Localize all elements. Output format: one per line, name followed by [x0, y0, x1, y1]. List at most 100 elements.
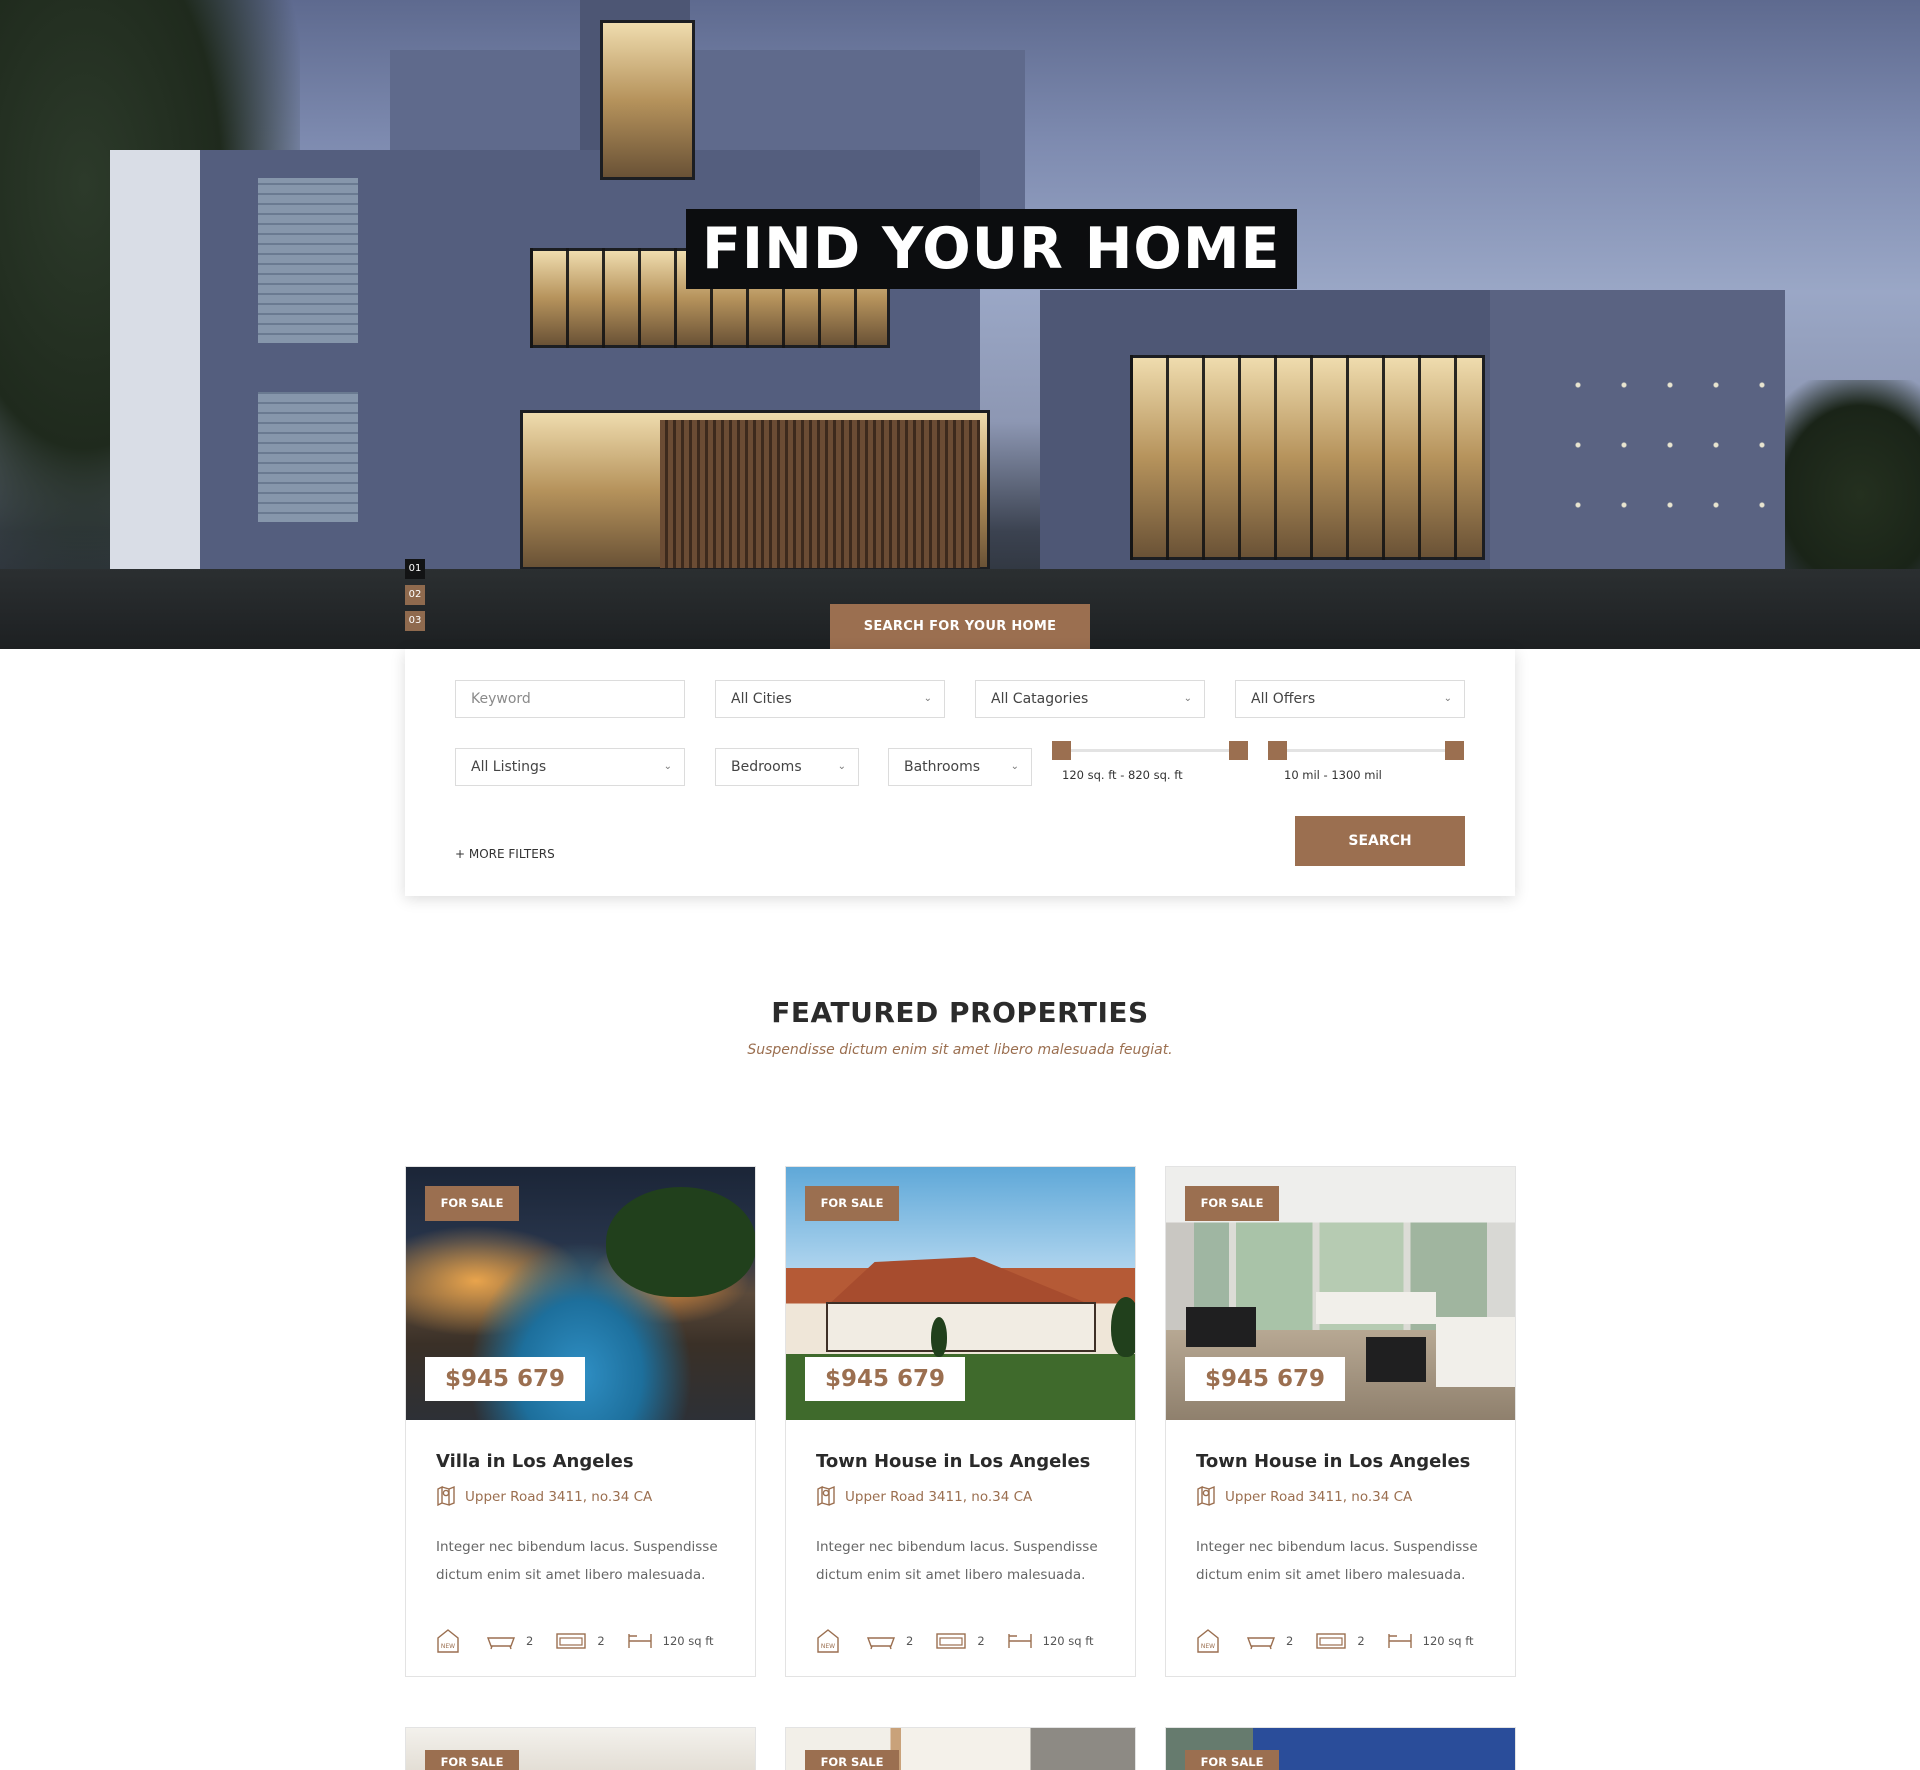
property-card[interactable]: FOR SALE $945 679 Villa in Los Angeles U…	[405, 1166, 756, 1677]
area-value: 120 sq ft	[662, 1634, 714, 1648]
for-sale-badge: FOR SALE	[425, 1750, 519, 1770]
bedrooms-select-value: Bedrooms	[731, 759, 802, 775]
chevron-down-icon: ⌄	[663, 761, 672, 772]
bath-count: 2	[906, 1634, 914, 1648]
listings-select[interactable]: All Listings ⌄	[455, 748, 685, 786]
keyword-input[interactable]: Keyword	[455, 680, 685, 718]
bed-count: 2	[977, 1634, 985, 1648]
distance-range-track	[1268, 749, 1463, 752]
property-description: Integer nec bibendum lacus. Suspendisse …	[1196, 1539, 1478, 1583]
area-range-min-handle[interactable]	[1052, 741, 1071, 760]
offers-select-value: All Offers	[1251, 691, 1316, 707]
cities-select-value: All Cities	[731, 691, 792, 707]
area-icon	[627, 1632, 653, 1650]
slide-dot-1[interactable]: 01	[405, 559, 425, 579]
distance-range-label: 10 mil - 1300 mil	[1284, 768, 1382, 782]
bathtub-icon	[866, 1632, 896, 1650]
property-description: Integer nec bibendum lacus. Suspendisse …	[816, 1539, 1098, 1583]
property-features: NEW 2 2 120 sq ft	[436, 1628, 736, 1654]
chevron-down-icon: ⌄	[1443, 693, 1452, 704]
bed-icon	[1315, 1631, 1347, 1651]
price-tag: $945 679	[805, 1357, 966, 1401]
search-button[interactable]: SEARCH	[1295, 816, 1465, 866]
price-tag: $945 679	[1185, 1357, 1346, 1401]
photo-roof	[826, 1257, 1096, 1307]
bed-count: 2	[1357, 1634, 1365, 1648]
photo-trees	[606, 1187, 755, 1297]
chevron-down-icon: ⌄	[1010, 761, 1019, 772]
window-mullions	[1130, 355, 1485, 560]
property-address: Upper Road 3411, no.34 CA	[1196, 1484, 1412, 1507]
bathtub-icon	[1246, 1632, 1276, 1650]
for-sale-badge: FOR SALE	[1185, 1750, 1279, 1770]
distance-range-min-handle[interactable]	[1268, 741, 1287, 760]
chevron-down-icon: ⌄	[1183, 693, 1192, 704]
wall-lights	[1555, 355, 1765, 535]
slide-dot-3[interactable]: 03	[405, 611, 425, 631]
property-description: Integer nec bibendum lacus. Suspendisse …	[436, 1539, 718, 1583]
slider-nav: 01 02 03	[405, 559, 425, 637]
photo-chair	[1186, 1307, 1256, 1347]
glass-block-window	[258, 392, 358, 522]
cities-select[interactable]: All Cities ⌄	[715, 680, 945, 718]
price-tag: $945 679	[425, 1357, 586, 1401]
property-title[interactable]: Town House in Los Angeles	[1196, 1451, 1470, 1472]
area-value: 120 sq ft	[1422, 1634, 1474, 1648]
map-pin-icon	[436, 1484, 456, 1510]
chevron-down-icon: ⌄	[837, 761, 846, 772]
hero-title: FIND YOUR HOME	[686, 209, 1297, 289]
address-text: Upper Road 3411, no.34 CA	[465, 1489, 653, 1505]
area-value: 120 sq ft	[1042, 1634, 1094, 1648]
photo-sofa	[1316, 1292, 1436, 1324]
chevron-down-icon: ⌄	[923, 693, 932, 704]
property-title[interactable]: Villa in Los Angeles	[436, 1451, 634, 1472]
offers-select[interactable]: All Offers ⌄	[1235, 680, 1465, 718]
bathrooms-select[interactable]: Bathrooms ⌄	[888, 748, 1032, 786]
keyword-placeholder: Keyword	[471, 691, 531, 707]
bed-icon	[555, 1631, 587, 1651]
house-white-wall	[110, 150, 200, 590]
featured-subtitle: Suspendisse dictum enim sit amet libero …	[747, 1042, 1173, 1058]
search-for-home-tab[interactable]: SEARCH FOR YOUR HOME	[830, 604, 1090, 649]
featured-title: FEATURED PROPERTIES	[771, 996, 1149, 1029]
hero-banner: FIND YOUR HOME 01 02 03 SEARCH FOR YOUR …	[0, 0, 1920, 649]
more-filters-link[interactable]: + MORE FILTERS	[455, 847, 555, 861]
photo-chair	[1366, 1337, 1426, 1382]
area-icon	[1387, 1632, 1413, 1650]
property-features: NEW 2 2 120 sq ft	[816, 1628, 1116, 1654]
for-sale-badge: FOR SALE	[805, 1186, 899, 1221]
bedrooms-select[interactable]: Bedrooms ⌄	[715, 748, 859, 786]
area-range-slider: 120 sq. ft - 820 sq. ft	[1052, 740, 1248, 782]
property-card[interactable]: FOR SALE	[1165, 1727, 1516, 1770]
new-tag-icon: NEW	[436, 1628, 460, 1654]
bathtub-icon	[486, 1632, 516, 1650]
photo-tree	[931, 1317, 947, 1357]
categories-select[interactable]: All Catagories ⌄	[975, 680, 1205, 718]
tower-window	[600, 20, 695, 180]
property-card[interactable]: FOR SALE $945 679 Town House in Los Ange…	[1165, 1166, 1516, 1677]
glass-block-window	[258, 178, 358, 343]
bed-count: 2	[597, 1634, 605, 1648]
search-panel: Keyword All Cities ⌄ All Catagories ⌄ Al…	[405, 649, 1515, 896]
property-address: Upper Road 3411, no.34 CA	[816, 1484, 1033, 1507]
slide-dot-2[interactable]: 02	[405, 585, 425, 605]
distance-range-max-handle[interactable]	[1445, 741, 1464, 760]
area-range-max-handle[interactable]	[1229, 741, 1248, 760]
area-icon	[1007, 1632, 1033, 1650]
address-text: Upper Road 3411, no.34 CA	[845, 1489, 1033, 1505]
property-card[interactable]: FOR SALE	[785, 1727, 1136, 1770]
for-sale-badge: FOR SALE	[425, 1186, 519, 1221]
svg-text:NEW: NEW	[1201, 1643, 1215, 1650]
property-features: NEW 2 2 120 sq ft	[1196, 1628, 1496, 1654]
property-card[interactable]: FOR SALE $945 679 Town House in Los Ange…	[785, 1166, 1136, 1677]
svg-text:NEW: NEW	[821, 1643, 835, 1650]
property-title[interactable]: Town House in Los Angeles	[816, 1451, 1090, 1472]
area-range-label: 120 sq. ft - 820 sq. ft	[1062, 768, 1183, 782]
property-card[interactable]: FOR SALE	[405, 1727, 756, 1770]
listings-select-value: All Listings	[471, 759, 547, 775]
categories-select-value: All Catagories	[991, 691, 1089, 707]
bathrooms-select-value: Bathrooms	[904, 759, 981, 775]
property-address: Upper Road 3411, no.34 CA	[436, 1484, 653, 1507]
new-tag-icon: NEW	[1196, 1628, 1220, 1654]
wooden-shutters	[660, 420, 980, 568]
